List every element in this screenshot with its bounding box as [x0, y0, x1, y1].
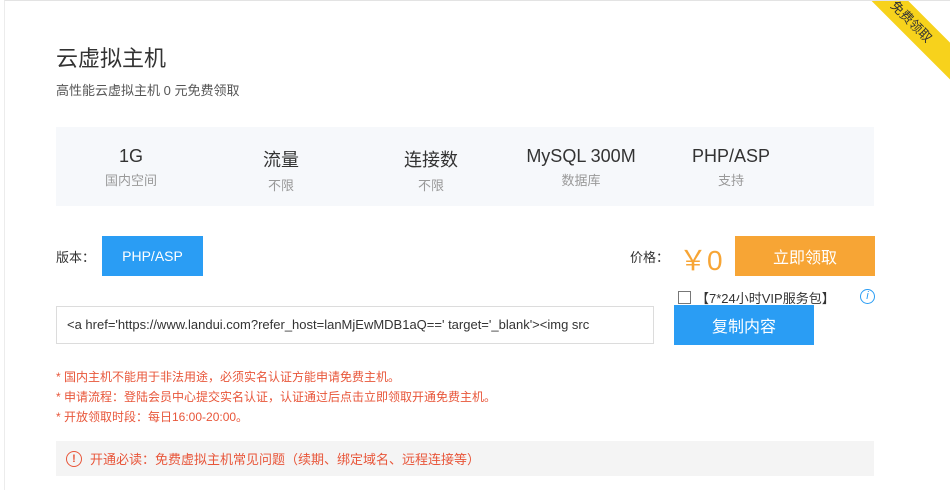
spec-item-storage: 1G 国内空间 [56, 127, 206, 206]
product-card: 免费领取 云虚拟主机 高性能云虚拟主机 0 元免费领取 1G 国内空间 流量 不… [4, 0, 950, 490]
page-title: 云虚拟主机 [56, 46, 167, 71]
vip-checkbox[interactable] [678, 291, 691, 304]
info-icon[interactable]: i [860, 289, 875, 304]
faq-notice[interactable]: ! 开通必读：免费虚拟主机常见问题（续期、绑定域名、远程连接等） [56, 441, 874, 476]
spec-value: PHP/ASP [691, 146, 771, 166]
notes-list: * 国内主机不能用于非法用途，必须实名认证方能申请免费主机。 * 申请流程：登陆… [56, 367, 496, 427]
spec-label: 数据库 [561, 173, 601, 188]
note-item: * 国内主机不能用于非法用途，必须实名认证方能申请免费主机。 [56, 370, 401, 384]
spec-value: MySQL 300M [526, 146, 636, 166]
version-option-button[interactable]: PHP/ASP [102, 236, 203, 276]
spec-panel: 1G 国内空间 流量 不限 连接数 不限 MySQL 300M 数据库 PHP/… [56, 127, 874, 206]
page-subtitle: 高性能云虚拟主机 0 元免费领取 [56, 83, 240, 98]
spec-item-connections: 连接数 不限 [356, 127, 506, 206]
free-claim-ribbon: 免费领取 [848, 1, 950, 85]
spec-item-traffic: 流量 不限 [206, 127, 356, 206]
faq-notice-text[interactable]: 开通必读：免费虚拟主机常见问题（续期、绑定域名、远程连接等） [90, 449, 480, 468]
price-label: 价格： [630, 250, 670, 265]
spec-label: 支持 [717, 173, 744, 188]
spec-label: 不限 [267, 178, 294, 193]
spec-label: 国内空间 [104, 173, 157, 188]
claim-now-button[interactable]: 立即领取 [735, 236, 875, 276]
spec-item-database: MySQL 300M 数据库 [506, 127, 656, 206]
spec-value: 连接数 [404, 150, 458, 170]
spec-value: 1G [118, 146, 143, 166]
price-value: ￥0 [679, 245, 723, 276]
spec-value: 流量 [263, 150, 299, 170]
spec-label: 不限 [417, 178, 444, 193]
copy-content-button[interactable]: 复制内容 [674, 305, 814, 345]
spec-item-language: PHP/ASP 支持 [656, 127, 806, 206]
note-item: * 开放领取时段：每日16:00-20:00。 [56, 410, 249, 424]
version-label: 版本： [56, 250, 96, 265]
note-item: * 申请流程：登陆会员中心提交实名认证，认证通过后点击立即领取开通免费主机。 [56, 390, 497, 404]
exclamation-icon: ! [66, 450, 82, 467]
embed-code-field[interactable]: <a href='https://www.landui.com?refer_ho… [56, 306, 654, 344]
